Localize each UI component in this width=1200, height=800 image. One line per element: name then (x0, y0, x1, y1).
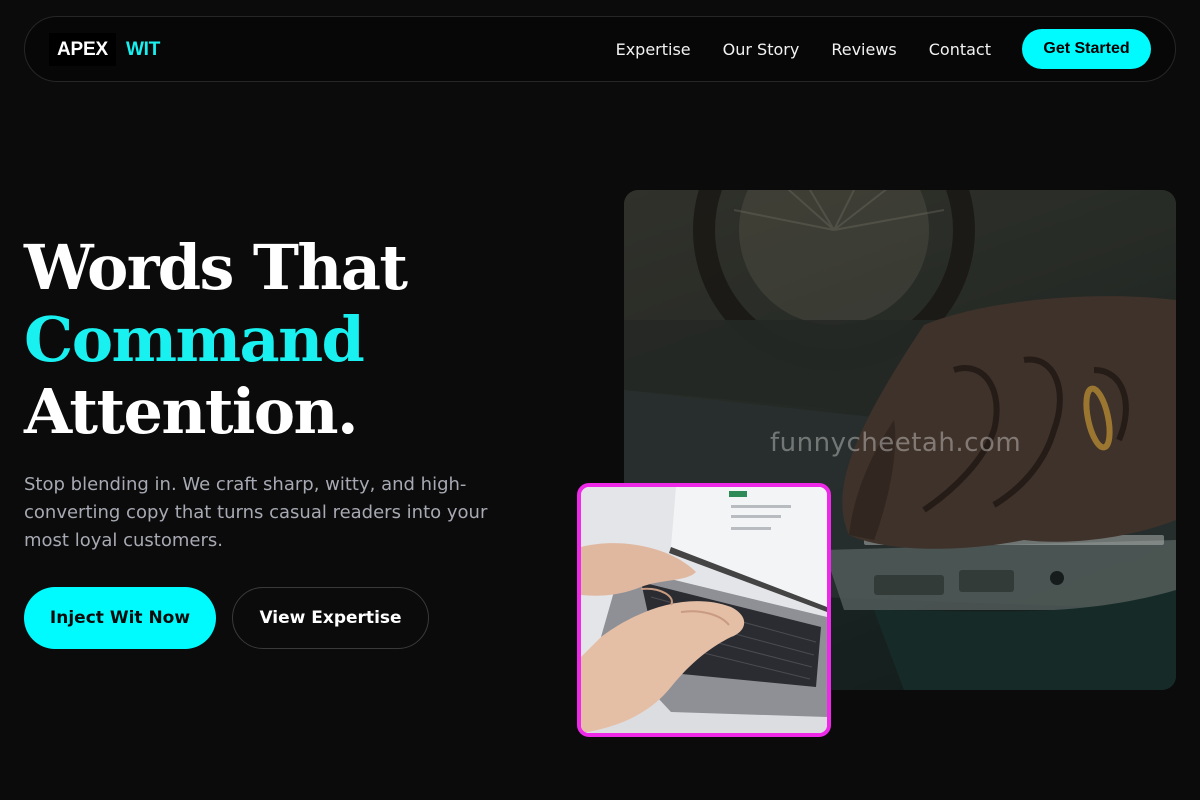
laptop-keyboard-illustration (581, 487, 827, 733)
logo-accent-text: WIT (125, 38, 161, 60)
nav-link-expertise[interactable]: Expertise (616, 40, 691, 59)
logo-text: APEX (49, 33, 116, 66)
nav-link-contact[interactable]: Contact (929, 40, 991, 59)
get-started-button[interactable]: Get Started (1022, 29, 1151, 69)
hero-inset-photo (577, 483, 831, 737)
top-navbar: APEX WIT Expertise Our Story Reviews Con… (24, 16, 1176, 82)
headline-accent: Command (24, 303, 365, 376)
view-expertise-button[interactable]: View Expertise (232, 587, 429, 649)
nav-links: Expertise Our Story Reviews Contact (616, 17, 991, 81)
nav-link-our-story[interactable]: Our Story (723, 40, 800, 59)
hero-subcopy: Stop blending in. We craft sharp, witty,… (24, 474, 488, 551)
nav-link-reviews[interactable]: Reviews (831, 40, 896, 59)
hero-headline: Words That Command Attention. (24, 231, 408, 448)
headline-line-3: Attention. (24, 375, 359, 448)
inject-wit-button[interactable]: Inject Wit Now (24, 587, 216, 649)
brand-logo[interactable]: APEX WIT (49, 33, 160, 66)
photo-watermark: funnycheetah.com (770, 428, 1022, 458)
headline-line-1: Words That (24, 231, 408, 304)
